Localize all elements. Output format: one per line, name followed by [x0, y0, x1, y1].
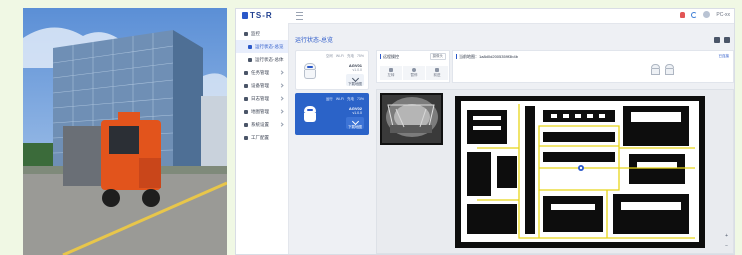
download-icon [351, 74, 359, 83]
factory-map[interactable] [447, 92, 717, 252]
remote-control-panel: 远程操控 摄像头 左转 暂停 前进 [376, 50, 450, 83]
forward-button[interactable]: 前进 [426, 66, 448, 80]
current-map-label: 当前地图：1a8d0d2005359f3b4b [456, 54, 518, 60]
top-bar-actions: PC-xx [680, 11, 730, 18]
zoom-out-button[interactable]: − [725, 243, 728, 249]
user-name[interactable]: PC-xx [716, 12, 730, 18]
gear-icon [244, 122, 248, 127]
sidebar-item-label: 任务管理 [251, 69, 269, 75]
sidebar-item-label: 日志管理 [251, 95, 269, 101]
dot-icon [248, 57, 252, 62]
sidebar-item-label: 工厂配置 [251, 134, 269, 140]
connection-status[interactable]: 已连接 [719, 54, 730, 59]
battery-level: 73% [356, 97, 364, 101]
sidebar: 监控 运行状态-总览 运行状态-总体 任务管理 设备管理 日志管理 地图管理 系… [236, 23, 289, 254]
robot-version: v1.0.0 [352, 68, 362, 72]
chevron-down-icon [279, 96, 284, 101]
sidebar-item-label: 运行状态-总览 [255, 43, 284, 49]
grid-icon[interactable] [724, 37, 730, 43]
download-map-button[interactable]: 下载地图 [346, 74, 364, 86]
gear-icon[interactable] [714, 37, 720, 43]
agv-photo [23, 8, 227, 255]
wifi-status: Wi-Fi [335, 97, 344, 101]
bell-icon[interactable] [680, 11, 686, 18]
chevron-down-icon [279, 70, 284, 75]
sidebar-item-label: 设备管理 [251, 82, 269, 88]
turn-left-button[interactable]: 左转 [380, 66, 402, 80]
log-icon [244, 96, 248, 101]
factory-icon [244, 135, 248, 140]
app-window: TS-R PC-xx 监控 运行状态-总览 运行状态-总体 任务管理 设备管理 … [235, 8, 735, 255]
sidebar-item-logs[interactable]: 日志管理 [236, 92, 288, 105]
sidebar-item-label: 监控 [251, 30, 260, 36]
main-content: 运行状态-总览 空闲 Wi-Fi 充电 75% AGV01 v1.0.0 下载地… [289, 23, 734, 254]
play-icon [435, 68, 439, 72]
sidebar-item-overview[interactable]: 运行状态-总览 [236, 40, 288, 53]
control-label: 暂停 [410, 73, 418, 77]
logo-icon [242, 12, 248, 19]
chevron-down-icon [279, 109, 284, 114]
header-actions [714, 37, 730, 43]
robot-card[interactable]: 空闲 Wi-Fi 充电 75% AGV01 v1.0.0 下载地图 [295, 50, 369, 90]
download-label: 下载地图 [348, 125, 362, 129]
zoom-in-button[interactable]: + [725, 233, 728, 239]
sidebar-item-monitor[interactable]: 监控 [236, 27, 288, 40]
battery-level: 75% [356, 54, 364, 58]
app-logo: TS-R [242, 11, 273, 20]
avatar[interactable] [703, 11, 711, 18]
sidebar-item-status[interactable]: 运行状态-总体 [236, 53, 288, 66]
map-viewer[interactable]: + − [376, 89, 734, 254]
pause-button[interactable]: 暂停 [403, 66, 425, 80]
refresh-icon[interactable] [691, 11, 698, 18]
sidebar-item-factory[interactable]: 工厂配置 [236, 131, 288, 144]
map-info-panel: 当前地图：1a8d0d2005359f3b4b 已连接 [452, 50, 734, 83]
sidebar-item-tasks[interactable]: 任务管理 [236, 66, 288, 79]
logo-text: TS-R [250, 11, 273, 20]
control-label: 前进 [433, 73, 441, 77]
pause-icon [412, 68, 416, 72]
robot-icon [651, 64, 660, 76]
sidebar-item-label: 运行状态-总体 [255, 56, 284, 62]
menu-toggle-icon[interactable] [296, 12, 303, 20]
robot-icon [665, 64, 674, 76]
camera-button[interactable]: 摄像头 [429, 53, 446, 60]
download-icon [351, 117, 359, 126]
control-buttons: 左转 暂停 前进 [380, 66, 448, 80]
wifi-status: Wi-Fi [335, 54, 344, 58]
dot-icon [248, 44, 252, 49]
control-label: 左转 [387, 73, 395, 77]
sidebar-item-label: 地图管理 [251, 108, 269, 114]
top-bar: TS-R PC-xx [236, 9, 734, 24]
charge-status: 充电 [346, 97, 354, 101]
camera-feed [380, 93, 443, 145]
robot-state: 空闲 [325, 54, 333, 58]
robot-icon [304, 63, 316, 80]
sidebar-item-settings[interactable]: 系统设置 [236, 118, 288, 131]
device-icon [244, 83, 248, 88]
task-icon [244, 70, 248, 75]
map-icon [244, 109, 248, 114]
chevron-down-icon [279, 122, 284, 127]
sidebar-item-label: 系统设置 [251, 121, 269, 127]
sidebar-item-devices[interactable]: 设备管理 [236, 79, 288, 92]
arrow-left-icon [389, 68, 393, 72]
panel-label: 远程操控 [380, 54, 399, 60]
download-map-button[interactable]: 下载地图 [346, 117, 364, 129]
robot-card[interactable]: 运行 Wi-Fi 充电 73% AGV02 v1.0.0 下载地图 [295, 93, 369, 135]
robot-icon [304, 106, 316, 123]
charge-status: 充电 [346, 54, 354, 58]
robot-stats: 运行 Wi-Fi 充电 73% [326, 97, 364, 102]
robot-state: 运行 [325, 97, 333, 101]
robot-stats: 空闲 Wi-Fi 充电 75% [326, 54, 364, 59]
robot-version: v1.0.0 [352, 111, 362, 115]
download-label: 下载地图 [348, 82, 362, 86]
chevron-down-icon [279, 83, 284, 88]
monitor-icon [244, 31, 248, 36]
sidebar-item-maps[interactable]: 地图管理 [236, 105, 288, 118]
page-title: 运行状态-总览 [295, 38, 333, 44]
